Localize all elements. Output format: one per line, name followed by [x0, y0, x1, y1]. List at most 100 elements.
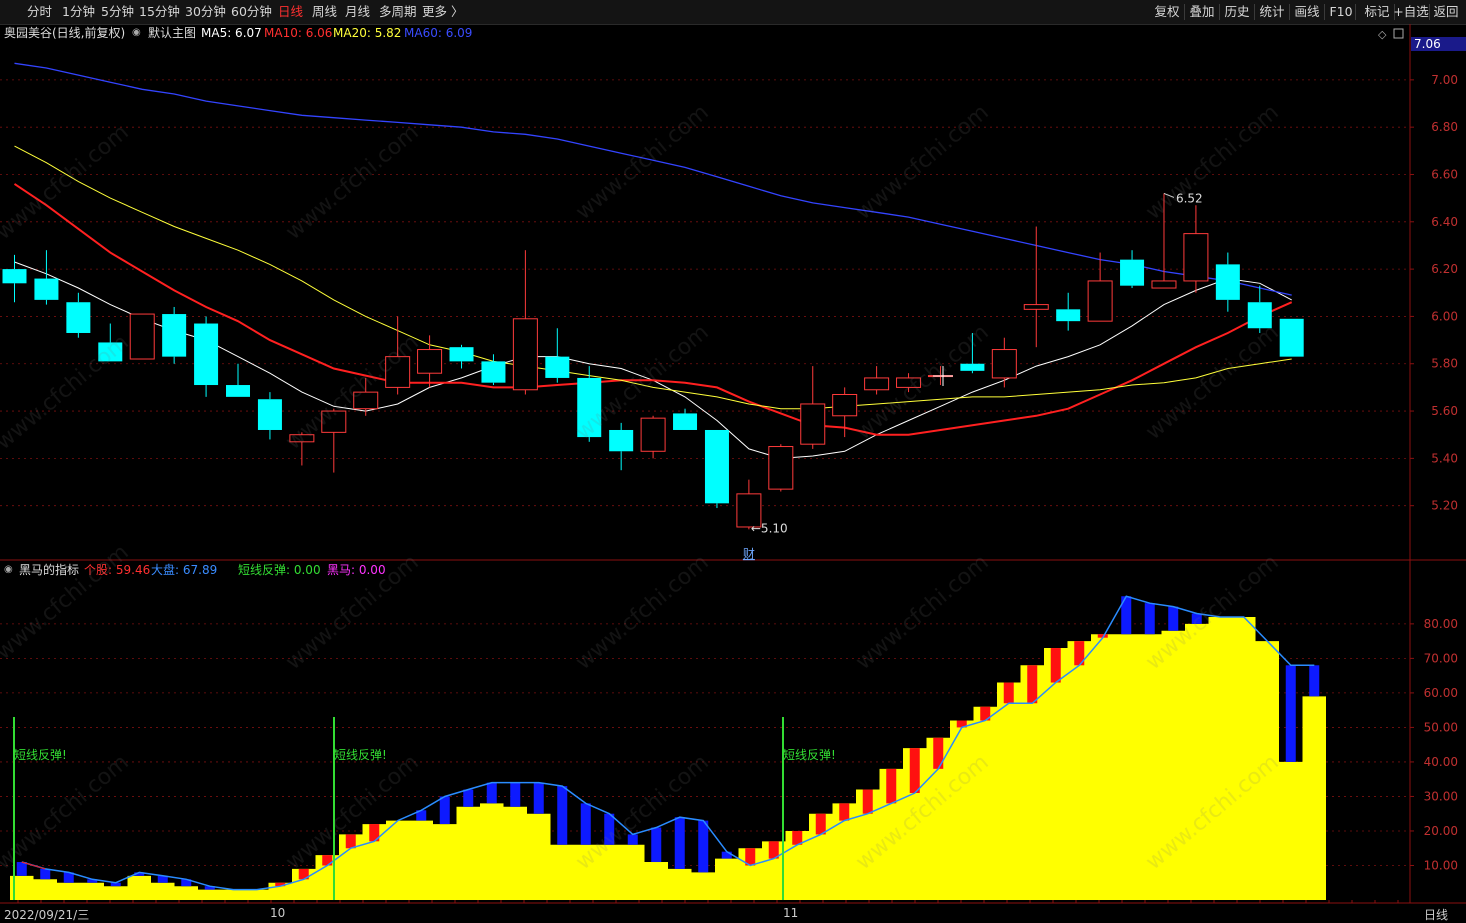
candle-body [226, 385, 251, 397]
high-price-label: 6.52 [1176, 191, 1203, 205]
indicator-tick-label: 60.00 [1424, 686, 1458, 700]
candle-down [449, 344, 474, 369]
candle-body [991, 349, 1017, 379]
candle-up [1183, 205, 1209, 293]
market-diff-bar [627, 834, 638, 845]
candle-up [1151, 193, 1177, 289]
indicator-tick-label: 80.00 [1424, 617, 1458, 631]
stock-diff-bar [1027, 665, 1038, 704]
candle-body [289, 434, 315, 443]
price-tick-label: 6.80 [1431, 120, 1458, 134]
price-tick-label: 5.80 [1431, 357, 1458, 371]
candle-body [577, 377, 602, 438]
candle-up [129, 313, 155, 360]
candle-down [1215, 252, 1240, 312]
candle-body [1087, 280, 1113, 322]
price-tick-label: 6.60 [1431, 167, 1458, 181]
candle-body [960, 363, 985, 371]
indicator-tick-label: 70.00 [1424, 651, 1458, 665]
main-chart-group: 7.00 6.80 6.60 6.40 6.20 6.00 5.80 5.60 5.40 5.20… [0, 28, 1466, 561]
candle-body [417, 349, 443, 374]
market-diff-bar [651, 827, 662, 863]
market-diff-bar [557, 786, 568, 845]
price-tick-label: 5.20 [1431, 499, 1458, 513]
diamond-icon: ◇ [1378, 28, 1387, 41]
market-diff-bar [604, 813, 615, 845]
candle-down [1056, 292, 1081, 331]
indicator-tick-label: 20.00 [1424, 824, 1458, 838]
candle-up [321, 408, 347, 473]
window-square-icon [1393, 28, 1404, 39]
candle-down [545, 328, 570, 383]
candle-up [512, 250, 538, 395]
candle-down [577, 366, 602, 442]
candle-up [1023, 226, 1049, 348]
candle-body [640, 417, 666, 452]
candle-down [66, 292, 91, 338]
candle-body [1056, 309, 1081, 322]
high-marker-line [1163, 192, 1175, 198]
candle-up [896, 373, 922, 393]
market-diff-bar [463, 789, 474, 807]
candle-body [66, 302, 91, 333]
candle-up [1087, 252, 1113, 322]
market-diff-bar [1144, 603, 1155, 635]
stock-area [10, 616, 1326, 900]
market-diff-bar [486, 782, 497, 804]
candle-down [1247, 285, 1272, 333]
chart-canvas: 7.00 6.80 6.60 6.40 6.20 6.00 5.80 5.60 5.40 5.20… [0, 24, 1466, 904]
candle-body [545, 356, 570, 378]
candle-body [2, 269, 27, 284]
candle-down [673, 408, 698, 430]
date-label: 2022/09/21/三 [4, 908, 90, 922]
candle-up [864, 366, 890, 395]
candle-body [449, 347, 474, 362]
price-tick-label: 6.20 [1431, 262, 1458, 276]
candle-body [864, 377, 890, 391]
price-tick-label: 5.60 [1431, 404, 1458, 418]
stock-diff-bar [839, 803, 850, 821]
candle-body [832, 393, 858, 417]
rebound-signal-label: 短线反弹! [783, 748, 836, 762]
market-diff-bar [510, 782, 521, 807]
market-diff-bar [439, 796, 450, 825]
candle-body [1120, 259, 1145, 286]
market-diff-bar [1309, 665, 1320, 697]
candle-down [960, 332, 985, 374]
candle-body [609, 429, 634, 452]
candle-body [1183, 233, 1209, 282]
candle-body [800, 403, 826, 445]
price-tick-label: 7.00 [1431, 73, 1458, 87]
market-diff-bar [1191, 613, 1202, 624]
indicator-tick-label: 40.00 [1424, 755, 1458, 769]
candle-body [704, 429, 729, 504]
candle-down [1120, 250, 1145, 289]
candle-down [1279, 318, 1304, 357]
candle-down [194, 316, 219, 397]
market-diff-bar [698, 820, 709, 873]
period-indicator[interactable]: 日线 [1424, 906, 1448, 923]
candle-body [1023, 304, 1049, 310]
market-diff-bar [1285, 665, 1296, 762]
market-diff-bar [533, 782, 544, 814]
candle-up [640, 415, 666, 459]
candle-body [481, 361, 506, 383]
date-label: 10 [270, 906, 286, 920]
stock-diff-bar [1050, 648, 1061, 683]
candle-down [257, 392, 282, 440]
price-tick-label: 5.40 [1431, 451, 1458, 465]
rebound-signal-label: 短线反弹! [14, 748, 67, 762]
indicator-chart-group: 80.00 70.00 60.00 50.00 40.00 30.00 20.00 10.00… [0, 595, 1458, 903]
candle-down [2, 254, 27, 303]
indicator-tick-label: 10.00 [1424, 858, 1458, 872]
candle-body [98, 342, 123, 362]
candle-down [226, 363, 251, 397]
stock-diff-bar [345, 834, 356, 849]
candle-body [321, 410, 347, 433]
candle-up [768, 444, 794, 492]
candle-up [417, 335, 443, 388]
candle-body [896, 377, 922, 388]
stock-diff-bar [322, 855, 333, 866]
candle-body [1247, 302, 1272, 329]
candle-down [98, 323, 123, 362]
